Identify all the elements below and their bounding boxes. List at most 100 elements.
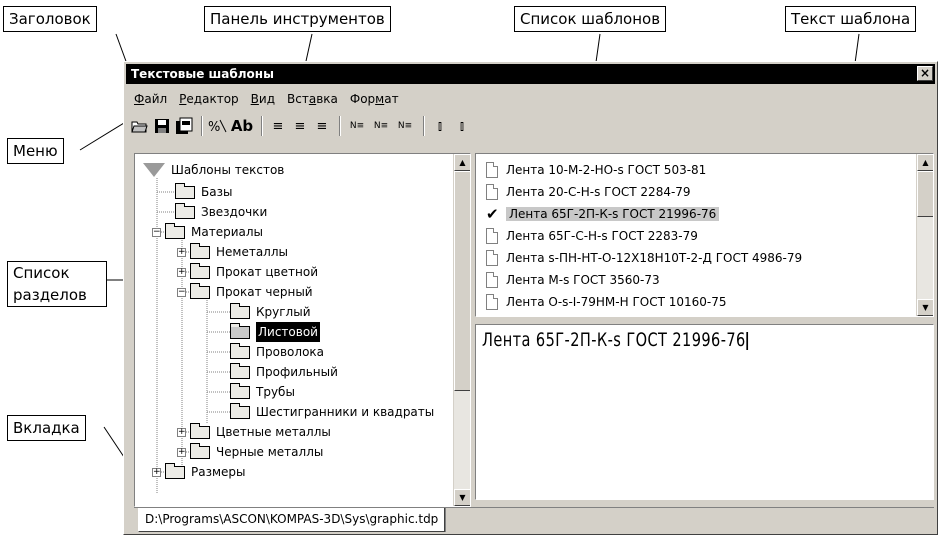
- menu-format[interactable]: Формат: [344, 89, 405, 109]
- template-item-selected[interactable]: ✔ Лента 65Г-2П-К-s ГОСТ 21996-76: [486, 204, 720, 224]
- expand-icon[interactable]: +: [152, 467, 161, 477]
- callout-title: Заголовок: [3, 6, 97, 32]
- selected-check-icon: ✔: [486, 205, 499, 223]
- template-text-value: Лента 65Г-2П-К-s ГОСТ 21996-76: [482, 329, 746, 351]
- close-button[interactable]: ×: [917, 66, 933, 81]
- template-item[interactable]: Лента 20-С-Н-s ГОСТ 2284-79: [486, 182, 691, 202]
- insert-field-1-button[interactable]: ⫾: [430, 115, 450, 137]
- tree-item-materials[interactable]: − Материалы: [152, 222, 263, 242]
- template-item[interactable]: Лента 65Г-С-Н-s ГОСТ 2283-79: [486, 226, 698, 246]
- tree-item-ferrous-metals[interactable]: + Черные металлы: [177, 442, 323, 462]
- menu-view[interactable]: Вид: [245, 89, 281, 109]
- collapse-icon[interactable]: −: [177, 287, 186, 297]
- expand-icon[interactable]: +: [177, 427, 186, 437]
- template-item-label: Лента 65Г-2П-К-s ГОСТ 21996-76: [506, 207, 720, 221]
- scroll-up-button[interactable]: ▲: [454, 154, 470, 171]
- collapse-icon[interactable]: −: [152, 227, 161, 237]
- tree-scrollbar[interactable]: ▲ ▼: [453, 154, 470, 506]
- menu-view-rest: ид: [258, 92, 275, 106]
- tree-root[interactable]: Шаблоны текстов: [143, 160, 284, 180]
- font-button[interactable]: Ab: [230, 115, 254, 137]
- scroll-thumb[interactable]: [917, 171, 933, 217]
- numbering-3-button[interactable]: N≡: [394, 115, 416, 137]
- callout-template-list: Список шаблонов: [514, 6, 667, 32]
- scroll-down-button[interactable]: ▼: [917, 299, 933, 316]
- insert-field-2-button[interactable]: ⫾: [452, 115, 472, 137]
- template-item[interactable]: Лента s-ПН-НТ-О-12Х18Н10Т-2-Д ГОСТ 4986-…: [486, 248, 802, 268]
- menu-edit[interactable]: Редактор: [173, 89, 244, 109]
- document-icon: [486, 162, 498, 178]
- menu-insert-pre: Вст: [287, 92, 309, 106]
- tree-item-round[interactable]: Круглый: [230, 302, 311, 322]
- templates-list[interactable]: Лента 10-М-2-НО-s ГОСТ 503-81 Лента 20-С…: [475, 153, 934, 317]
- tree-item-label: Проволока: [256, 345, 325, 359]
- template-text-editor[interactable]: Лента 65Г-2П-К-s ГОСТ 21996-76: [475, 324, 934, 500]
- scroll-thumb[interactable]: [454, 171, 470, 391]
- callout-menu: Меню: [7, 138, 64, 164]
- folder-icon: [165, 222, 185, 239]
- toolbar-separator: [339, 116, 341, 136]
- scroll-up-button[interactable]: ▲: [917, 154, 933, 171]
- align-right-icon: ≡: [316, 118, 328, 134]
- toolbar-separator: [201, 116, 203, 136]
- window-titlebar[interactable]: Текстовые шаблоны ×: [126, 64, 935, 84]
- tree-item-profile[interactable]: Профильный: [230, 362, 338, 382]
- tree-item-sprockets[interactable]: Звездочки: [175, 202, 267, 222]
- folder-open-icon: [131, 121, 148, 133]
- menu-format-pre: Фор: [349, 92, 376, 106]
- expand-icon[interactable]: +: [177, 267, 186, 277]
- folder-icon: [190, 442, 210, 459]
- tree-item-bases[interactable]: Базы: [175, 182, 232, 202]
- tree-item-ferrous-rolled[interactable]: − Прокат черный: [177, 282, 313, 302]
- tree-item-pipes[interactable]: Трубы: [230, 382, 295, 402]
- folder-icon: [230, 302, 250, 319]
- tree-item-dimensions[interactable]: + Размеры: [152, 462, 246, 482]
- tree-item-sheet[interactable]: Листовой: [230, 322, 320, 342]
- expand-icon[interactable]: +: [177, 447, 186, 457]
- folder-icon: [190, 262, 210, 279]
- numbering-2-button[interactable]: N≡: [370, 115, 392, 137]
- template-item[interactable]: Лента 10-М-2-НО-s ГОСТ 503-81: [486, 160, 706, 180]
- open-button[interactable]: [130, 115, 150, 137]
- document-icon: [486, 272, 498, 288]
- tree-item-nonferrous-metals[interactable]: + Цветные металлы: [177, 422, 331, 442]
- folder-icon: [190, 422, 210, 439]
- menu-file[interactable]: Файл: [128, 89, 173, 109]
- tab-graphic-tdp[interactable]: D:\Programs\ASCON\KOMPAS-3D\Sys\graphic.…: [138, 508, 446, 532]
- template-text-content[interactable]: Лента 65Г-2П-К-s ГОСТ 21996-76: [482, 329, 749, 351]
- copy-button[interactable]: [174, 115, 194, 137]
- align-center-button[interactable]: ≡: [290, 115, 310, 137]
- insert-field-icon: ⫾: [437, 118, 443, 134]
- folder-icon: [230, 402, 250, 419]
- toolbar: % Ab ≡ ≡ ≡ N≡ N≡ N≡ ⫾ ⫾: [130, 114, 474, 138]
- tree-item-wire[interactable]: Проволока: [230, 342, 324, 362]
- callout-sections-line1: Список: [13, 264, 70, 282]
- menu-insert-rest: вка: [316, 92, 338, 106]
- menu-insert[interactable]: Вставка: [281, 89, 344, 109]
- templates-scrollbar[interactable]: ▲ ▼: [916, 154, 933, 316]
- replace-button[interactable]: %: [208, 115, 228, 137]
- template-item-label: Лента 65Г-С-Н-s ГОСТ 2283-79: [506, 229, 698, 243]
- save-button[interactable]: [152, 115, 172, 137]
- text-caret: [746, 331, 749, 350]
- expand-icon[interactable]: +: [177, 247, 186, 257]
- numbering-1-button[interactable]: N≡: [346, 115, 368, 137]
- tree-item-label: Материалы: [191, 225, 263, 239]
- window-title: Текстовые шаблоны: [131, 67, 274, 81]
- template-item[interactable]: Лента М-s ГОСТ 3560-73: [486, 270, 660, 290]
- template-item[interactable]: Лента О-s-I-79НМ-Н ГОСТ 10160-75: [486, 292, 727, 312]
- tree-item-nonferrous-rolled[interactable]: + Прокат цветной: [177, 262, 318, 282]
- tree-item-nonmetals[interactable]: + Неметаллы: [177, 242, 288, 262]
- menu-format-accel: м: [375, 92, 385, 106]
- align-right-button[interactable]: ≡: [312, 115, 332, 137]
- sections-tree[interactable]: Шаблоны текстов Базы Звездочки − Материал…: [134, 153, 471, 507]
- align-left-button[interactable]: ≡: [268, 115, 288, 137]
- scroll-down-button[interactable]: ▼: [454, 489, 470, 506]
- callout-sections-line2: разделов: [13, 286, 87, 304]
- document-icon: [486, 228, 498, 244]
- callout-toolbar: Панель инструментов: [204, 6, 391, 32]
- folder-icon: [175, 182, 195, 199]
- tree-item-label-selected: Листовой: [256, 322, 320, 342]
- folder-open-icon: [230, 322, 250, 339]
- tree-item-hexagons[interactable]: Шестигранники и квадраты: [230, 402, 434, 422]
